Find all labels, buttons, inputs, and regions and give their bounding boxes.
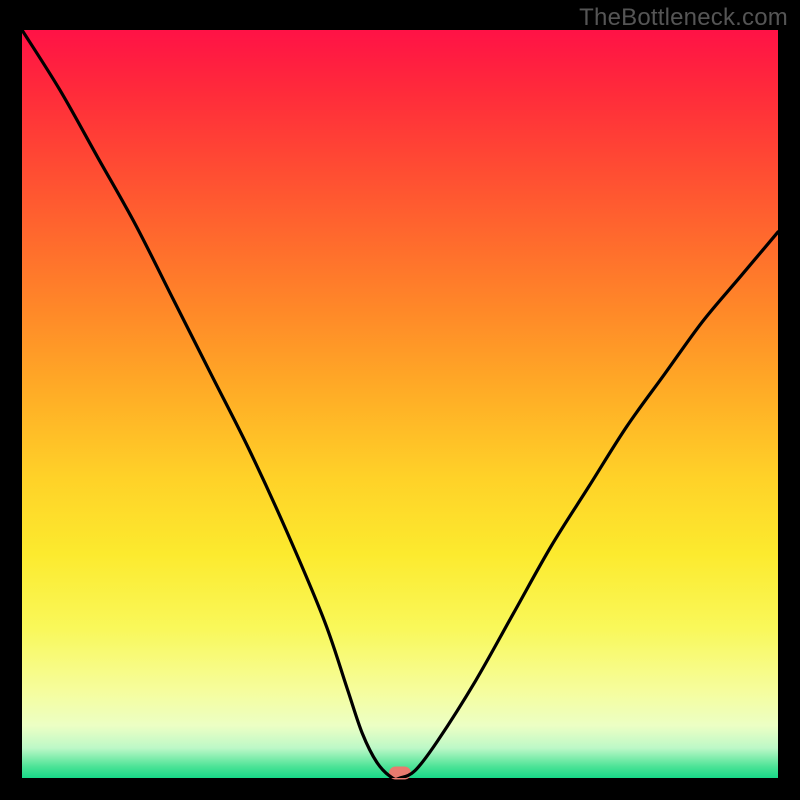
plot-area	[22, 30, 778, 778]
minimum-marker	[389, 767, 411, 780]
chart-frame: TheBottleneck.com	[0, 0, 800, 800]
watermark-text: TheBottleneck.com	[579, 4, 788, 32]
bottleneck-curve	[22, 30, 778, 778]
curve-path	[22, 30, 778, 778]
